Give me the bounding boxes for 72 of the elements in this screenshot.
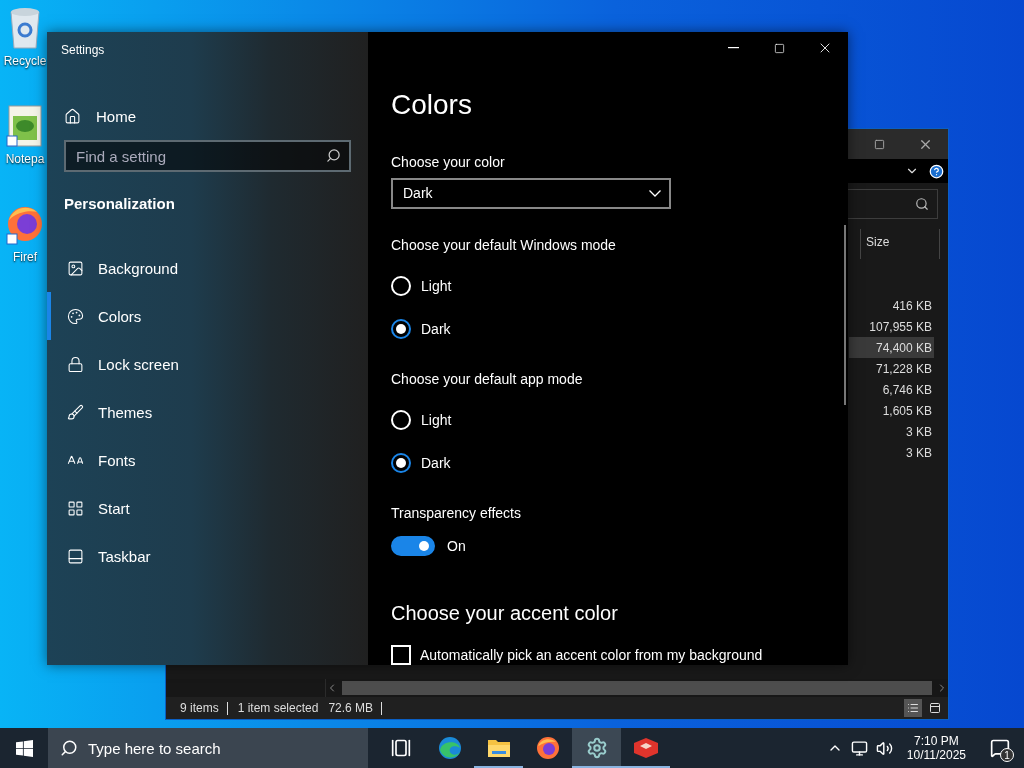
item-count: 9 items (179, 701, 220, 715)
radio-option[interactable]: Dark (391, 441, 848, 485)
details-view-button[interactable] (904, 699, 922, 717)
search-icon (326, 148, 341, 163)
nav-item[interactable]: Fonts (47, 436, 368, 484)
scrollbar[interactable] (844, 225, 846, 405)
size-cell[interactable]: 74,400 KB (849, 337, 934, 358)
nav-item[interactable]: Taskbar (47, 532, 368, 580)
edge-icon (437, 736, 462, 760)
taskbar-icon (67, 547, 84, 565)
setting-label: Choose your color (391, 154, 506, 173)
home-link[interactable]: Home (47, 72, 368, 136)
task-view-icon (390, 738, 411, 758)
maximize-icon (873, 138, 885, 150)
minimize-icon (727, 47, 739, 49)
clock[interactable]: 7:10 PM 10/11/2025 (900, 734, 972, 762)
windows-logo-icon (15, 739, 33, 757)
image-icon (67, 259, 84, 277)
search-field[interactable]: Find a setting (64, 140, 351, 172)
maximize-icon (773, 42, 785, 54)
network-icon[interactable] (850, 739, 868, 757)
size-cell[interactable]: 107,955 KB (849, 316, 934, 337)
nav-item[interactable]: Background (47, 244, 368, 292)
setting-label: Choose your default Windows mode (391, 237, 617, 256)
size-cell[interactable]: 1,605 KB (849, 400, 934, 421)
firefox-icon (535, 736, 560, 760)
volume-icon[interactable] (875, 739, 893, 757)
size-cell[interactable]: 3 KB (849, 442, 934, 463)
chevron-down-icon (649, 189, 661, 197)
radio-option[interactable]: Dark (391, 307, 848, 351)
help-icon[interactable] (929, 163, 944, 179)
list-icon (907, 702, 919, 714)
home-icon (64, 107, 81, 125)
notification-button[interactable]: 1 (980, 728, 1020, 768)
size-cell[interactable]: 416 KB (849, 295, 934, 316)
search-icon (915, 197, 929, 211)
toggle-state: On (447, 538, 466, 554)
selection-status: 1 item selected (236, 701, 320, 715)
color-dropdown[interactable]: Dark (391, 177, 671, 210)
window-title: Settings (60, 42, 106, 59)
section-heading: Choose your accent color (391, 601, 619, 626)
radio-button[interactable] (391, 453, 411, 474)
size-cell[interactable]: 71,228 KB (849, 358, 934, 379)
checkbox[interactable] (391, 645, 411, 665)
nav-item[interactable]: Start (47, 484, 368, 532)
radio-option[interactable]: Light (391, 264, 848, 308)
lock-icon (67, 355, 84, 373)
cube-app-icon (631, 737, 660, 759)
setting-label: Transparency effects (391, 504, 522, 523)
setting-label: Choose your default app mode (391, 370, 584, 389)
radio-option[interactable]: Light (391, 398, 848, 442)
column-header[interactable]: Size (860, 229, 940, 259)
search-icon (60, 739, 78, 757)
checkbox-label: Automatically pick an accent color from my background (420, 647, 763, 663)
settings-icon (585, 737, 608, 759)
nav-item[interactable]: Themes (47, 388, 368, 436)
folder-icon (486, 737, 511, 759)
taskbar-search-field[interactable]: Type here to search (48, 728, 368, 768)
notepad-icon (5, 104, 45, 148)
page-title: Colors (391, 89, 473, 122)
size-cell[interactable]: 3 KB (849, 421, 934, 442)
grid-icon (67, 499, 84, 517)
notification-icon (990, 738, 1010, 758)
toggle-switch[interactable] (391, 536, 435, 556)
nav-item[interactable]: Lock screen (47, 340, 368, 388)
selection-size: 72.6 MB (327, 701, 375, 715)
size-cell[interactable]: 6,746 KB (849, 379, 934, 400)
window-icon (929, 702, 941, 714)
section-heading: Personalization (63, 194, 176, 214)
brush-icon (67, 403, 84, 421)
radio-button[interactable] (391, 319, 411, 340)
palette-icon (67, 307, 84, 325)
